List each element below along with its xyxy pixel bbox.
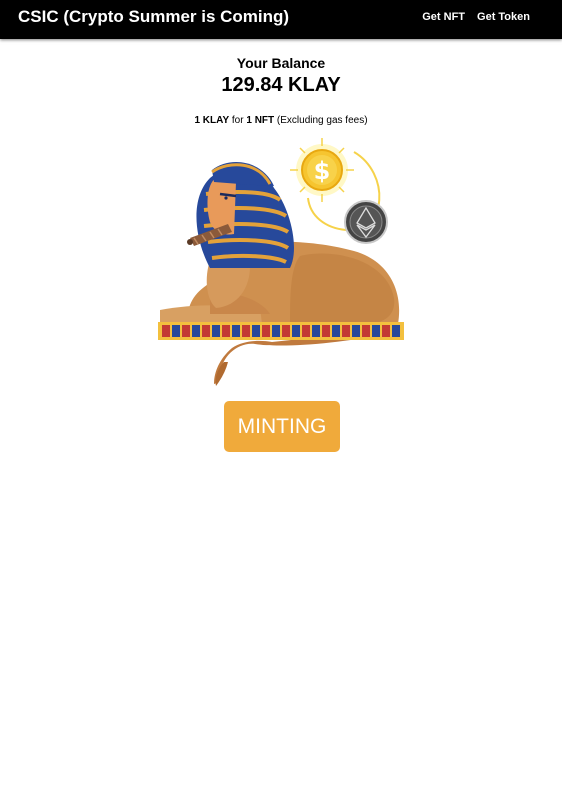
ethereum-coin-icon xyxy=(344,200,388,244)
svg-text:$: $ xyxy=(314,157,331,185)
nav-links: Get NFT Get Token xyxy=(422,11,530,23)
rate-klay: 1 KLAY xyxy=(194,115,230,126)
rate-nft: 1 NFT xyxy=(246,115,275,126)
sphinx-illustration: $ xyxy=(158,138,404,386)
minting-button[interactable]: MINTING xyxy=(224,401,340,452)
nav-link-get-nft[interactable]: Get NFT xyxy=(422,11,465,23)
balance-amount: 129.84 KLAY xyxy=(221,74,341,96)
top-navbar: CSIC (Crypto Summer is Coming) Get NFT G… xyxy=(0,0,562,39)
rate-note: (Excluding gas fees) xyxy=(276,115,368,126)
balance-label: Your Balance xyxy=(236,55,326,71)
app-title[interactable]: CSIC (Crypto Summer is Coming) xyxy=(18,7,289,27)
dollar-coin-icon: $ xyxy=(290,138,354,202)
rate-for: for xyxy=(231,115,244,126)
mint-rate-text: 1 KLAY for 1 NFT (Excluding gas fees) xyxy=(0,115,562,126)
nav-link-get-token[interactable]: Get Token xyxy=(477,11,530,23)
sphinx-figure xyxy=(158,162,404,386)
